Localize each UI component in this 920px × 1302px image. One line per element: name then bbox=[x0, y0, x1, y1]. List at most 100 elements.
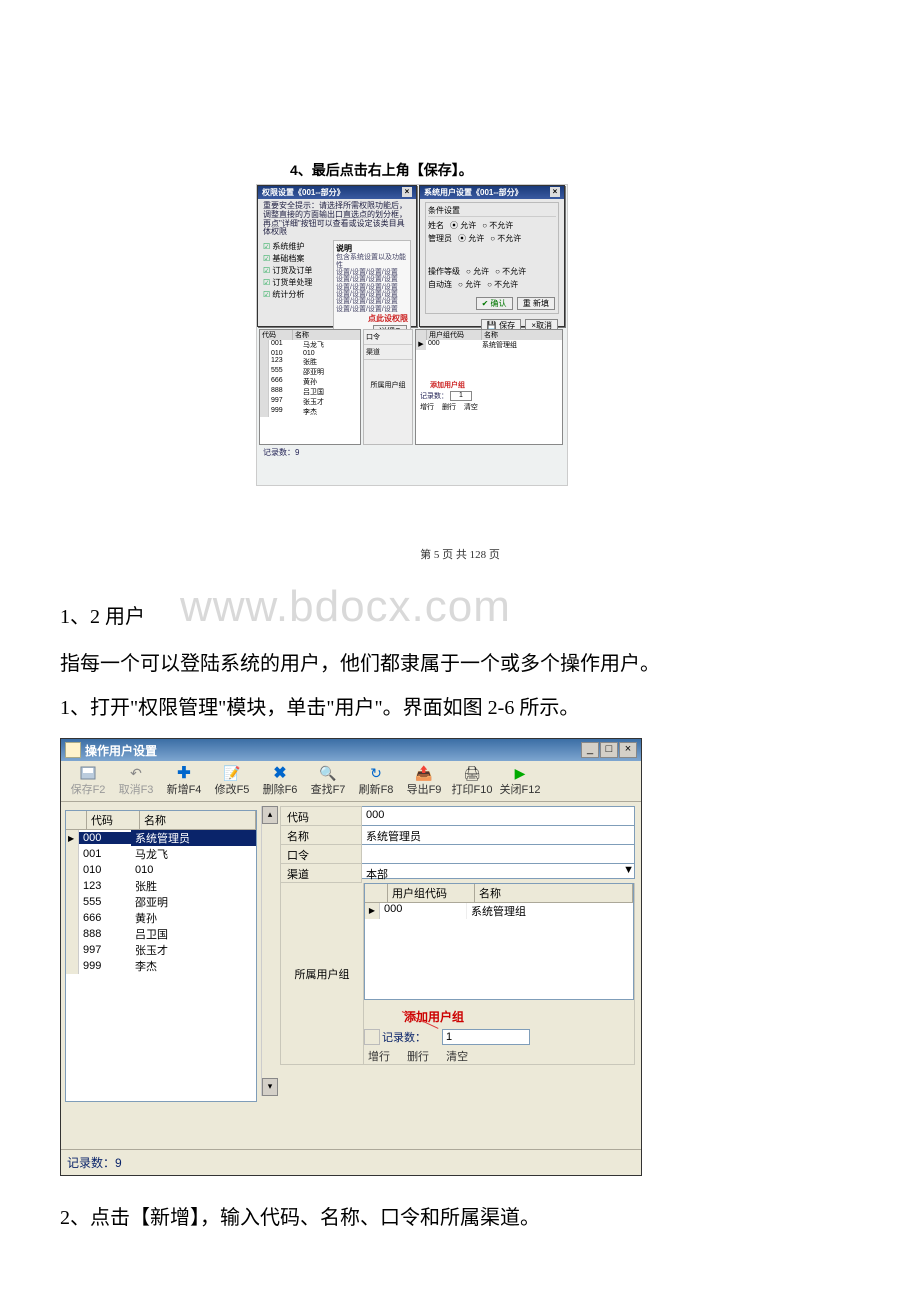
section-heading: 1、2 用户 bbox=[60, 600, 145, 629]
detail-pane: 代码 名称 口令 渠道 000 系统管理员 本部 ▼ bbox=[278, 802, 641, 1149]
lbl-pwd: 口令 bbox=[280, 844, 362, 863]
list-item: 666黄孙 bbox=[260, 377, 360, 387]
user-settings-window: 操作用户设置 _ □ × 保存F2↶取消F3✚新增F4📝修改F5✖删除F6🔍查找… bbox=[60, 738, 642, 1176]
list-item: 001马龙飞 bbox=[260, 340, 360, 350]
col-name: 名称 bbox=[293, 330, 360, 340]
chk-stat[interactable]: 统计分析 bbox=[263, 289, 333, 300]
btn-delrow-mini[interactable]: 删行 bbox=[442, 404, 456, 411]
list-item[interactable]: 888吕卫国 bbox=[66, 926, 256, 942]
list-item[interactable]: 001马龙飞 bbox=[66, 846, 256, 862]
maximize-icon[interactable]: □ bbox=[600, 742, 618, 758]
list-item[interactable]: 555邵亚明 bbox=[66, 894, 256, 910]
list-item: 999李杰 bbox=[260, 407, 360, 417]
btn-addrow-mini[interactable]: 增行 bbox=[420, 404, 434, 411]
btn-clear-mini[interactable]: 清空 bbox=[464, 404, 478, 411]
lbl-code: 代码 bbox=[280, 806, 362, 825]
save-icon bbox=[79, 765, 97, 781]
fld-name[interactable]: 系统管理员 bbox=[362, 825, 635, 844]
list-item[interactable]: 000系统管理员 bbox=[66, 830, 256, 846]
toolbar-label: 修改F5 bbox=[215, 781, 250, 797]
gcode-val: 000 bbox=[380, 903, 467, 919]
user-list[interactable]: 代码 名称 000系统管理员001马龙飞010010123张胜555邵亚明666… bbox=[65, 810, 257, 1102]
chk-sys[interactable]: 系统维护 bbox=[263, 241, 333, 252]
export-button[interactable]: 📤导出F9 bbox=[403, 765, 445, 797]
lbl-name: 姓名 bbox=[428, 220, 444, 231]
desc-text: 包含系统设置以及功能性 设置/设置/设置/设置 设置/设置/设置/设置 设置/设… bbox=[336, 254, 408, 313]
rec-val-mini: 1 bbox=[450, 391, 472, 401]
paragraph-1: 指每一个可以登陆系统的用户，他们都隶属于一个或多个操作用户。 bbox=[60, 642, 860, 686]
close-icon[interactable]: × bbox=[619, 742, 637, 758]
toolbar-label: 查找F7 bbox=[311, 781, 346, 797]
col-name: 名称 bbox=[140, 811, 256, 829]
refresh-icon: ↻ bbox=[367, 765, 385, 781]
toolbar-label: 保存F2 bbox=[71, 781, 106, 797]
radio-allow[interactable]: ⦿ 允许 bbox=[450, 220, 476, 231]
upper-screenshot-area: 权限设置《001--部分》 × 重要安全提示：请选择所需权限功能后，调整直接的方… bbox=[256, 184, 568, 486]
list-item[interactable]: 010010 bbox=[66, 862, 256, 878]
toolbar-label: 关闭F12 bbox=[500, 781, 541, 797]
radio-allow2[interactable]: ⦿ 允许 bbox=[458, 233, 484, 244]
set-permission-link[interactable]: 点此设权限 bbox=[336, 313, 408, 324]
scroll-down-icon[interactable]: ▾ bbox=[262, 1078, 278, 1096]
gname-val: 系统管理组 bbox=[467, 903, 633, 919]
btn-addrow[interactable]: 增行 bbox=[368, 1051, 390, 1063]
permission-dialog: 权限设置《001--部分》 × 重要安全提示：请选择所需权限功能后，调整直接的方… bbox=[257, 185, 417, 327]
col-code: 代码 bbox=[260, 330, 293, 340]
add-group-link[interactable]: 添加用户组 bbox=[404, 1008, 634, 1025]
radio-disallow[interactable]: ○ 不允许 bbox=[482, 220, 513, 231]
refresh-button[interactable]: ↻刷新F8 bbox=[355, 765, 397, 797]
chk-order[interactable]: 订货及订单 bbox=[263, 265, 333, 276]
scroll-up-icon[interactable]: ▴ bbox=[262, 806, 278, 824]
save-button[interactable]: 保存F2 bbox=[67, 765, 109, 797]
lbl-name: 名称 bbox=[280, 825, 362, 844]
print-button[interactable]: 🖨打印F10 bbox=[451, 765, 493, 797]
close-icon[interactable]: × bbox=[550, 187, 560, 197]
lbl-group: 所属用户组 bbox=[364, 360, 412, 410]
fld-pwd[interactable] bbox=[362, 844, 635, 863]
list-item[interactable]: 997张玉才 bbox=[66, 942, 256, 958]
toolbar-label: 刷新F8 bbox=[359, 781, 394, 797]
toolbar-label: 打印F10 bbox=[452, 781, 493, 797]
rec-handle bbox=[364, 1029, 380, 1045]
footer-rec-mini: 记录数：9 bbox=[257, 445, 565, 460]
user-config-dialog: 系统用户设置《001--部分》 × 条件设置 姓名 ⦿ 允许 ○ 不允许 管理员… bbox=[419, 185, 565, 327]
group-grid[interactable]: 用户组代码 名称 ▶ 000 系统管理组 bbox=[364, 883, 634, 1000]
cancel-button[interactable]: ↶取消F3 bbox=[115, 765, 157, 797]
page-number: 第 5 页 共 128 页 bbox=[60, 546, 860, 562]
find-icon: 🔍 bbox=[319, 765, 337, 781]
radio-e2a[interactable]: ○ 允许 bbox=[458, 279, 481, 290]
find-button[interactable]: 🔍查找F7 bbox=[307, 765, 349, 797]
scrollbar[interactable]: ▴ ▾ bbox=[261, 806, 278, 1096]
dialog-title-text: 系统用户设置《001--部分》 bbox=[424, 187, 523, 198]
radio-e1b[interactable]: ○ 不允许 bbox=[495, 266, 526, 277]
list-item: 555邵亚明 bbox=[260, 367, 360, 377]
radio-e1a[interactable]: ○ 允许 bbox=[466, 266, 489, 277]
edit-button[interactable]: 📝修改F5 bbox=[211, 765, 253, 797]
list-item[interactable]: 999李杰 bbox=[66, 958, 256, 974]
radio-disallow2[interactable]: ○ 不允许 bbox=[490, 233, 521, 244]
list-item: 997张玉才 bbox=[260, 397, 360, 407]
list-item[interactable]: 666黄孙 bbox=[66, 910, 256, 926]
minimize-icon[interactable]: _ bbox=[581, 742, 599, 758]
reset-button[interactable]: 重 新填 bbox=[517, 297, 555, 310]
export-icon: 📤 bbox=[415, 765, 433, 781]
new-button[interactable]: ✚新增F4 bbox=[163, 765, 205, 797]
fld-chan[interactable]: 本部 bbox=[362, 864, 623, 878]
close-icon[interactable]: × bbox=[402, 187, 412, 197]
list-item[interactable]: 123张胜 bbox=[66, 878, 256, 894]
btn-clear[interactable]: 清空 bbox=[446, 1051, 468, 1063]
paragraph-2: 1、打开"权限管理"模块，单击"用户"。界面如图 2-6 所示。 bbox=[60, 686, 860, 730]
radio-e2b[interactable]: ○ 不允许 bbox=[487, 279, 518, 290]
add-group-link-mini[interactable]: 添加用户组 bbox=[430, 380, 562, 390]
btn-delrow[interactable]: 删行 bbox=[407, 1051, 429, 1063]
delete-button[interactable]: ✖删除F6 bbox=[259, 765, 301, 797]
close-icon: ▶ bbox=[511, 765, 529, 781]
close-button[interactable]: ▶关闭F12 bbox=[499, 765, 541, 797]
col-gcode: 用户组代码 bbox=[388, 884, 475, 902]
fld-code[interactable]: 000 bbox=[362, 806, 635, 825]
upper-caption: 4、最后点击右上角【保存】。 bbox=[290, 160, 860, 180]
chevron-down-icon[interactable]: ▼ bbox=[623, 864, 634, 878]
chk-base[interactable]: 基础档案 bbox=[263, 253, 333, 264]
ok-button[interactable]: ✔ 确认 bbox=[476, 297, 513, 310]
chk-proc[interactable]: 订货单处理 bbox=[263, 277, 333, 288]
